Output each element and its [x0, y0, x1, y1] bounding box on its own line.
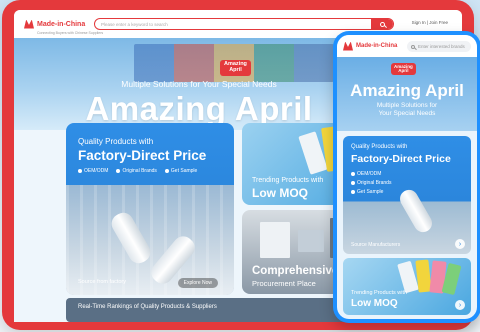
mobile-hero-title: Amazing April	[350, 81, 464, 100]
mobile-hero-subtitle: Multiple Solutions for Your Special Need…	[337, 102, 477, 118]
mobile-hero-subtitle-line2: Your Special Needs	[378, 110, 436, 118]
mobile-factory-tags: OEM/ODM Original Brands Get Sample	[351, 171, 391, 195]
search-icon	[379, 21, 385, 27]
tag-label: OEM/ODM	[84, 168, 109, 174]
desktop-search-bar[interactable]: Please enter a keyword to search	[94, 18, 394, 30]
mobile-logo[interactable]: Made-in-China	[343, 41, 398, 51]
explore-now-button[interactable]: Explore Now	[177, 278, 218, 288]
hero-subtitle: Multiple Solutions for Your Special Need…	[121, 79, 277, 89]
logo-tagline: Connecting Buyers with Chinese Suppliers	[37, 31, 104, 35]
mobile-search-bar[interactable]: Enter interested brands	[407, 41, 471, 52]
moq-card-title: Low MOQ	[252, 186, 308, 200]
logo-mark-icon	[24, 19, 34, 29]
bullet-icon	[78, 169, 82, 173]
mobile-logo-text: Made-in-China	[356, 43, 398, 49]
logo-text: Made-in-China	[37, 21, 86, 28]
factory-card-tags: OEM/ODM Original Brands Get Sample	[78, 168, 197, 174]
procurement-card-subtitle: Procurement Place	[252, 279, 316, 288]
tag-get-sample: Get Sample	[351, 189, 391, 195]
procurement-card-title: Comprehensive	[252, 265, 339, 277]
tag-oem: OEM/ODM	[78, 168, 108, 174]
tag-label: Original Brands	[122, 168, 157, 174]
bullet-icon	[351, 181, 355, 185]
mobile-low-moq-card[interactable]: Trending Products with Low MOQ ›	[343, 258, 471, 315]
bullet-icon	[351, 172, 355, 176]
robot-arm-image	[396, 186, 436, 236]
search-icon	[411, 44, 415, 49]
mobile-moq-title: Low MOQ	[351, 298, 398, 309]
mobile-search-input[interactable]: Enter interested brands	[418, 44, 465, 49]
mobile-factory-direct-card[interactable]: Quality Products with Factory-Direct Pri…	[343, 136, 471, 254]
chevron-right-icon[interactable]: ›	[455, 300, 465, 310]
mobile-hero-banner[interactable]: Amazing April Amazing April Multiple Sol…	[337, 57, 477, 131]
mobile-factory-title: Factory-Direct Price	[351, 153, 451, 165]
bullet-icon	[116, 169, 121, 173]
badge-line2: April	[229, 66, 242, 73]
tag-original-brands: Original Brands	[351, 180, 391, 186]
badge-line2: April	[398, 68, 409, 74]
desktop-search-input[interactable]: Please enter a keyword to search	[101, 22, 371, 27]
mobile-hero-subtitle-line1: Multiple Solutions for	[376, 102, 438, 109]
shelf-image	[298, 230, 324, 252]
mobile-header: Made-in-China Enter interested brands	[337, 35, 477, 57]
phone-frame: Made-in-China Enter interested brands Am…	[333, 31, 480, 323]
factory-direct-card[interactable]: Quality Products with Factory-Direct Pri…	[66, 123, 234, 295]
mobile-screen: Made-in-China Enter interested brands Am…	[337, 35, 477, 319]
bullet-icon	[164, 169, 169, 173]
tag-original-brands: Original Brands	[116, 168, 157, 174]
site-logo[interactable]: Made-in-China Connecting Buyers with Chi…	[24, 13, 103, 35]
tag-label: Get Sample	[357, 189, 384, 195]
moq-card-kicker: Trending Products with	[252, 177, 324, 184]
tag-get-sample: Get Sample	[164, 168, 198, 174]
mobile-moq-kicker: Trending Products with	[351, 290, 408, 296]
tag-label: Original Brands	[357, 180, 392, 186]
tag-label: Get Sample	[170, 168, 198, 174]
mobile-factory-kicker: Quality Products with	[351, 144, 408, 150]
desktop-search-button[interactable]	[371, 19, 393, 29]
tag-oem: OEM/ODM	[351, 171, 391, 177]
factory-card-title: Factory-Direct Price	[78, 148, 207, 163]
mobile-amazing-april-badge: Amazing April	[391, 63, 416, 76]
amazing-april-badge: Amazing April	[220, 60, 251, 76]
chevron-right-icon[interactable]: ›	[455, 239, 465, 249]
bullet-icon	[351, 190, 355, 194]
logo-mark-icon	[343, 41, 353, 51]
tag-label: OEM/ODM	[357, 171, 382, 177]
factory-card-kicker: Quality Products with	[78, 137, 154, 146]
shelf-image	[260, 222, 290, 258]
factory-card-footer: Source from factory	[78, 279, 126, 285]
mobile-factory-footer: Source Manufacturers	[351, 242, 401, 248]
signin-join-link[interactable]: Sign In | Join Free	[412, 20, 448, 25]
rankings-label: Real-Time Rankings of Quality Products &…	[78, 304, 217, 310]
